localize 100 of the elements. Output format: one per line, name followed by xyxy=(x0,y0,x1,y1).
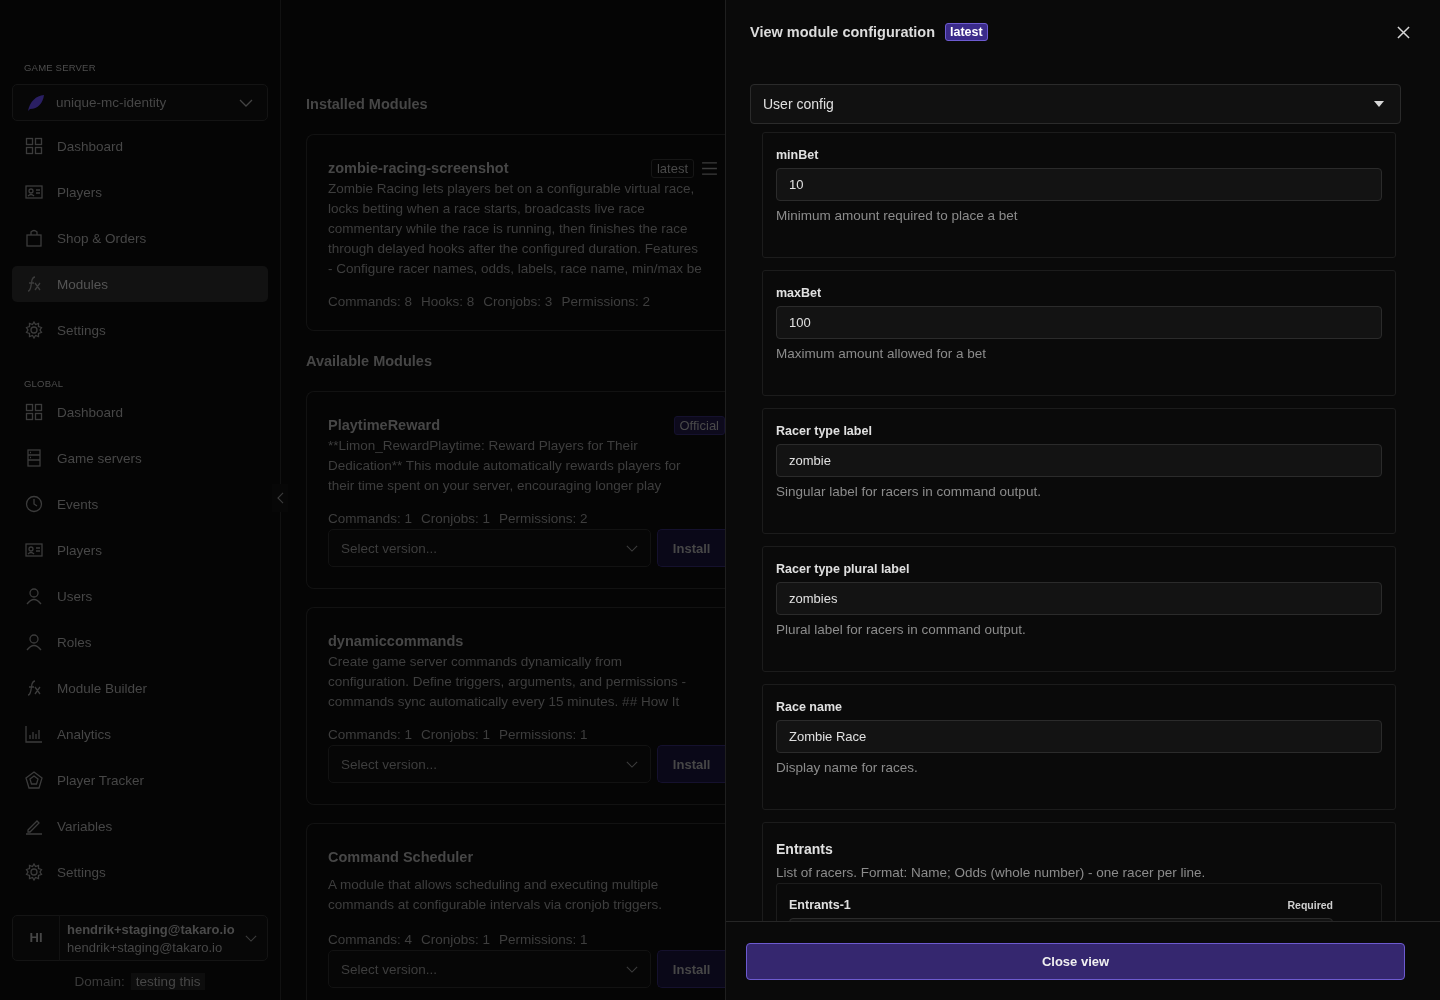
user-email: hendrik+staging@takaro.io xyxy=(67,939,224,955)
nav-item[interactable]: Roles xyxy=(12,624,268,660)
field-label: maxBet xyxy=(776,286,823,300)
config-select[interactable]: User config xyxy=(750,84,1401,124)
server-select[interactable]: unique-mc-identity xyxy=(12,84,268,121)
section-title: Available Modules xyxy=(306,353,433,369)
input-field[interactable]: 100 xyxy=(776,306,1382,339)
field-label: minBet xyxy=(776,148,820,162)
input-field[interactable]: zombies xyxy=(776,582,1382,615)
module-stat: Commands: 8 xyxy=(328,294,413,309)
nav-item[interactable]: Players xyxy=(12,174,268,210)
leaf-icon xyxy=(26,92,46,113)
module-description: commentary while the race is running, then finishes the race xyxy=(328,220,689,238)
nav-item[interactable]: Shop & Orders xyxy=(12,220,268,256)
module-description: configuration. Define triggers, arguments, and permissions - xyxy=(328,673,687,691)
module-description: **Limon_RewardPlaytime: Reward Players for Their xyxy=(328,437,639,455)
fx-icon xyxy=(25,679,43,697)
nav-item[interactable]: Module Builder xyxy=(12,670,268,706)
module-description: commands sync automatically every 15 minutes. ## How It xyxy=(328,693,681,711)
field-help: Singular label for racers in command output. xyxy=(776,484,1042,499)
chevron-left-icon xyxy=(276,492,284,504)
module-stat: Permissions: 1 xyxy=(499,727,588,742)
user-menu[interactable]: HI hendrik+staging@takaro.io hendrik+staging@takaro.io xyxy=(12,915,268,961)
module-description: Create game server commands dynamically from xyxy=(328,653,624,671)
nav-item[interactable]: Player Tracker xyxy=(12,762,268,798)
chevron-icon xyxy=(239,98,253,107)
version-select[interactable]: Select version... xyxy=(328,529,652,567)
module-description: Dedication** This module automatically rewards players for xyxy=(328,457,682,475)
module-stat: Cronjobs: 1 xyxy=(421,511,491,526)
input-field[interactable]: Zombie Race xyxy=(776,720,1382,753)
module-title: zombie-racing-screenshot xyxy=(328,160,510,176)
field-help: Display name for races. xyxy=(776,760,919,775)
module-description: - Configure racer names, odds, labels, race name, min/max be xyxy=(328,260,703,278)
nav-item[interactable]: Settings xyxy=(12,854,268,890)
field-label: Entrants-1 xyxy=(789,898,851,912)
nav-item[interactable]: Settings xyxy=(12,312,268,348)
module-stat: Commands: 4 xyxy=(328,932,413,947)
module-description: locks betting when a race starts, broadcasts live race xyxy=(328,200,646,218)
user-name: hendrik+staging@takaro.io xyxy=(67,921,236,937)
bag-icon xyxy=(25,229,43,247)
module-stat: Permissions: 1 xyxy=(499,932,588,947)
nav-item[interactable]: Analytics xyxy=(12,716,268,752)
section-title: Installed Modules xyxy=(306,96,429,112)
install-button[interactable]: Install xyxy=(657,745,725,783)
grid-icon xyxy=(25,403,43,421)
input-field[interactable]: zombie xyxy=(776,444,1382,477)
version-badge: latest xyxy=(650,158,694,178)
module-stat: Cronjobs: 1 xyxy=(421,727,491,742)
module-stat: Permissions: 2 xyxy=(499,511,588,526)
install-button[interactable]: Install xyxy=(657,529,725,567)
nav-item[interactable]: Users xyxy=(12,578,268,614)
chevron-icon xyxy=(245,934,257,942)
install-button[interactable]: Install xyxy=(657,950,725,988)
version-select[interactable]: Select version... xyxy=(328,950,652,988)
drawer-title: View module configuration xyxy=(750,24,936,40)
chevron-icon xyxy=(626,965,639,973)
field-help: Maximum amount allowed for a bet xyxy=(776,346,988,361)
module-title: PlaytimeReward xyxy=(328,417,442,433)
field-label: Entrants xyxy=(776,841,834,857)
version-badge: latest xyxy=(945,23,988,41)
nav-item[interactable]: Players xyxy=(12,532,268,568)
module-stat: Cronjobs: 3 xyxy=(483,294,553,309)
module-description: Zombie Racing lets players bet on a configurable virtual race, xyxy=(328,180,696,198)
nav-item[interactable]: Dashboard xyxy=(12,128,268,164)
version-select[interactable]: Select version... xyxy=(328,745,652,783)
module-title: dynamiccommands xyxy=(328,633,465,649)
module-description: their time spent on your server, encouraging longer play xyxy=(328,477,663,495)
field-label: Racer type plural label xyxy=(776,562,911,576)
nav-item[interactable]: Variables xyxy=(12,808,268,844)
chevron-icon xyxy=(626,544,639,552)
gear-icon xyxy=(25,321,43,339)
module-stat: Commands: 1 xyxy=(328,511,413,526)
person-icon xyxy=(25,633,43,651)
caret-icon xyxy=(1374,101,1384,107)
gear-icon xyxy=(25,863,43,881)
close-view-button[interactable]: Close view xyxy=(746,942,1405,980)
person-icon xyxy=(25,587,43,605)
grid-icon xyxy=(25,137,43,155)
nav-item[interactable]: Game servers xyxy=(12,440,268,476)
fx-icon xyxy=(25,275,43,293)
card-icon xyxy=(25,541,43,559)
radar-icon xyxy=(25,771,43,789)
module-stat: Permissions: 2 xyxy=(561,294,650,309)
server-icon xyxy=(25,449,43,467)
menu-icon[interactable] xyxy=(702,161,717,175)
field-help: List of racers. Format: Name; Odds (whole number) - one racer per line. xyxy=(776,865,1207,880)
clock-icon xyxy=(25,495,43,513)
close-icon[interactable] xyxy=(1397,25,1410,39)
nav-item[interactable]: Events xyxy=(12,486,268,522)
field-help: Minimum amount required to place a bet xyxy=(776,208,1019,223)
required-label: Required xyxy=(1287,899,1333,911)
module-description: through delayed hooks after the configured duration. Features xyxy=(328,240,699,258)
field-label: Race name xyxy=(776,700,843,714)
module-stat: Hooks: 8 xyxy=(421,294,475,309)
input-field[interactable]: 10 xyxy=(776,168,1382,201)
module-stat: Commands: 1 xyxy=(328,727,413,742)
nav-item[interactable]: Modules xyxy=(12,266,268,302)
nav-item[interactable]: Dashboard xyxy=(12,394,268,430)
module-title: Command Scheduler xyxy=(328,849,475,865)
chart-icon xyxy=(25,725,43,743)
